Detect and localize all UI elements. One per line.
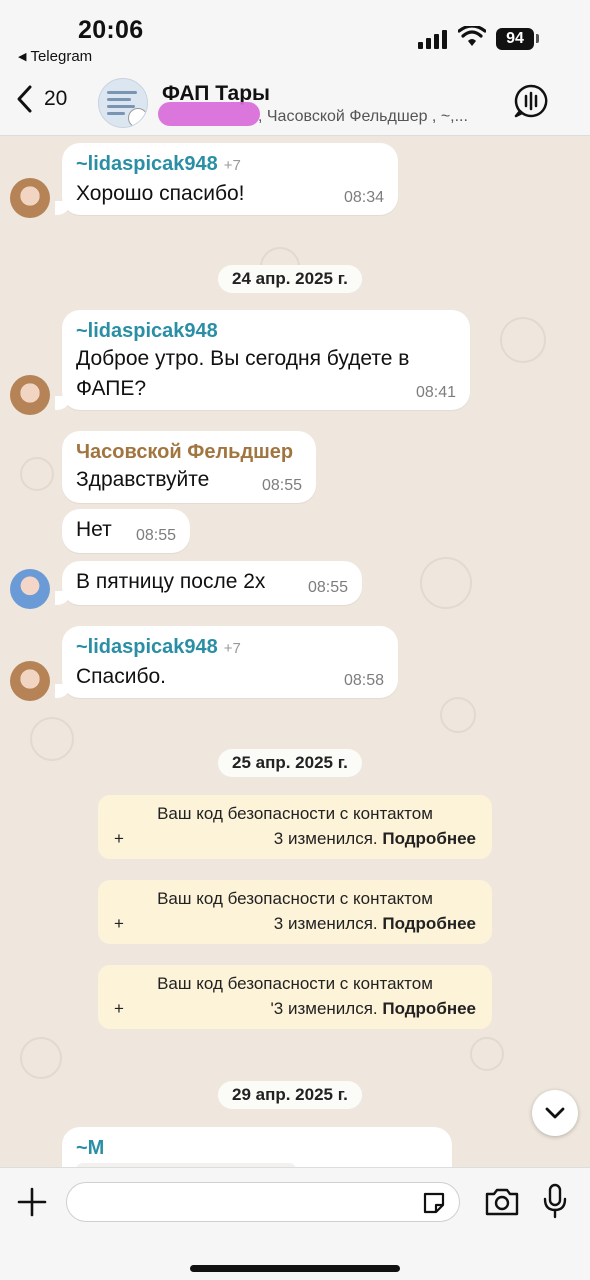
message-input[interactable] — [67, 1183, 459, 1221]
message-bubble[interactable]: ~M — [62, 1127, 452, 1167]
sender-phone: +7 — [223, 157, 241, 174]
chat-members-subtitle: , Часовской Фельдшер , ~,... — [258, 108, 468, 125]
wallpaper-doodle — [20, 1037, 62, 1079]
notice-line2: 3 изменился. Подробнее — [274, 914, 476, 934]
notice-line2: 3 изменился. Подробнее — [274, 829, 476, 849]
group-avatar[interactable] — [98, 78, 148, 128]
learn-more-link[interactable]: Подробнее — [382, 829, 476, 848]
date-separator: 25 апр. 2025 г. — [218, 749, 362, 777]
notice-prefix: + — [114, 914, 124, 933]
notice-text: Ваш код безопасности с контактом — [157, 889, 433, 908]
battery-icon: 94 — [496, 28, 534, 50]
microphone-icon[interactable] — [542, 1183, 568, 1219]
sender-avatar[interactable] — [10, 661, 50, 701]
wallpaper-doodle — [500, 317, 546, 363]
battery-tip — [536, 34, 539, 43]
notice-line2: '3 изменился. Подробнее — [271, 999, 476, 1019]
sender-name[interactable]: ~lidaspicak948 — [76, 318, 456, 344]
back-app-label: Telegram — [30, 48, 93, 65]
camera-icon[interactable] — [484, 1186, 520, 1218]
learn-more-link[interactable]: Подробнее — [382, 999, 476, 1018]
date-separator: 29 апр. 2025 г. — [218, 1081, 362, 1109]
audio-waveform-icon[interactable] — [514, 84, 548, 118]
sender-name[interactable]: ~lidaspicak948 — [76, 153, 218, 175]
home-indicator[interactable] — [190, 1265, 400, 1272]
wallpaper-doodle — [440, 697, 476, 733]
notice-text: Ваш код безопасности с контактом — [157, 974, 433, 993]
wifi-icon — [458, 26, 486, 46]
back-arrow-icon: ◀ — [18, 51, 27, 63]
security-code-notice[interactable]: Ваш код безопасности с контактом + '3 из… — [98, 965, 492, 1029]
status-bar: 20:06 ◀ Telegram 94 — [0, 0, 590, 70]
redaction-mark — [158, 102, 260, 126]
cellular-signal-icon — [418, 30, 447, 49]
sender-avatar[interactable] — [10, 569, 50, 609]
notice-prefix: + — [114, 999, 124, 1018]
plus-icon[interactable] — [16, 1186, 48, 1218]
notice-suffix: '3 изменился. — [270, 999, 378, 1018]
wallpaper-doodle — [470, 1037, 504, 1071]
message-time: 08:55 — [135, 527, 176, 544]
sender-avatar[interactable] — [10, 178, 50, 218]
chat-messages-area[interactable]: ~lidaspicak948 +7 Хорошо спасибо! 08:34 2… — [0, 137, 590, 1167]
message-time: 08:41 — [415, 384, 456, 401]
message-bubble[interactable]: ~lidaspicak948 Доброе утро. Вы сегодня б… — [55, 310, 470, 410]
message-time: 08:58 — [343, 672, 384, 689]
message-bubble[interactable]: Часовской Фельдшер Здравствуйте 08:55 — [62, 431, 316, 503]
disappearing-timer-icon — [128, 108, 147, 127]
message-bubble[interactable]: В пятницу после 2х 08:55 — [55, 561, 362, 605]
sticker-icon[interactable] — [421, 1190, 447, 1216]
message-text: Доброе утро. Вы сегодня будете в ФАПЕ? — [76, 347, 410, 400]
scroll-to-bottom-button[interactable] — [532, 1090, 578, 1136]
chat-header: 20 ФАП Тары , Часовской Фельдшер , ~,... — [0, 70, 590, 136]
sender-name[interactable]: Часовской Фельдшер — [76, 439, 302, 465]
message-time: 08:55 — [261, 477, 302, 494]
wallpaper-doodle — [420, 557, 472, 609]
message-text: Хорошо спасибо! — [76, 182, 245, 205]
notice-suffix: 3 изменился. — [273, 829, 378, 848]
back-button[interactable]: 20 — [16, 84, 67, 114]
message-sender: ~lidaspicak948 +7 — [76, 634, 384, 662]
wallpaper-doodle — [30, 717, 74, 761]
sender-name[interactable]: ~M — [76, 1135, 438, 1161]
message-field[interactable] — [66, 1182, 460, 1222]
notice-text: Ваш код безопасности с контактом — [157, 804, 433, 823]
date-separator: 24 апр. 2025 г. — [218, 265, 362, 293]
notice-suffix: 3 изменился. — [273, 914, 378, 933]
chevron-down-icon — [545, 1107, 565, 1119]
message-time: 08:34 — [343, 189, 384, 206]
message-sender: ~lidaspicak948 +7 — [76, 151, 384, 179]
message-bubble[interactable]: ~lidaspicak948 +7 Хорошо спасибо! 08:34 — [55, 143, 398, 215]
message-bubble[interactable]: ~lidaspicak948 +7 Спасибо. 08:58 — [55, 626, 398, 698]
learn-more-link[interactable]: Подробнее — [382, 914, 476, 933]
sender-phone: +7 — [223, 640, 241, 657]
sender-name[interactable]: ~lidaspicak948 — [76, 636, 218, 658]
security-code-notice[interactable]: Ваш код безопасности с контактом + 3 изм… — [98, 795, 492, 859]
sender-avatar[interactable] — [10, 375, 50, 415]
message-input-bar — [0, 1167, 590, 1280]
wallpaper-doodle — [20, 457, 54, 491]
back-to-app-link[interactable]: ◀ Telegram — [18, 48, 92, 65]
status-time: 20:06 — [78, 16, 144, 44]
message-time: 08:55 — [307, 579, 348, 596]
message-bubble[interactable]: Нет 08:55 — [62, 509, 190, 553]
notice-prefix: + — [114, 829, 124, 848]
unread-count: 20 — [44, 87, 68, 110]
chevron-left-icon — [17, 85, 32, 113]
security-code-notice[interactable]: Ваш код безопасности с контактом + 3 изм… — [98, 880, 492, 944]
message-text: Спасибо. — [76, 665, 166, 688]
